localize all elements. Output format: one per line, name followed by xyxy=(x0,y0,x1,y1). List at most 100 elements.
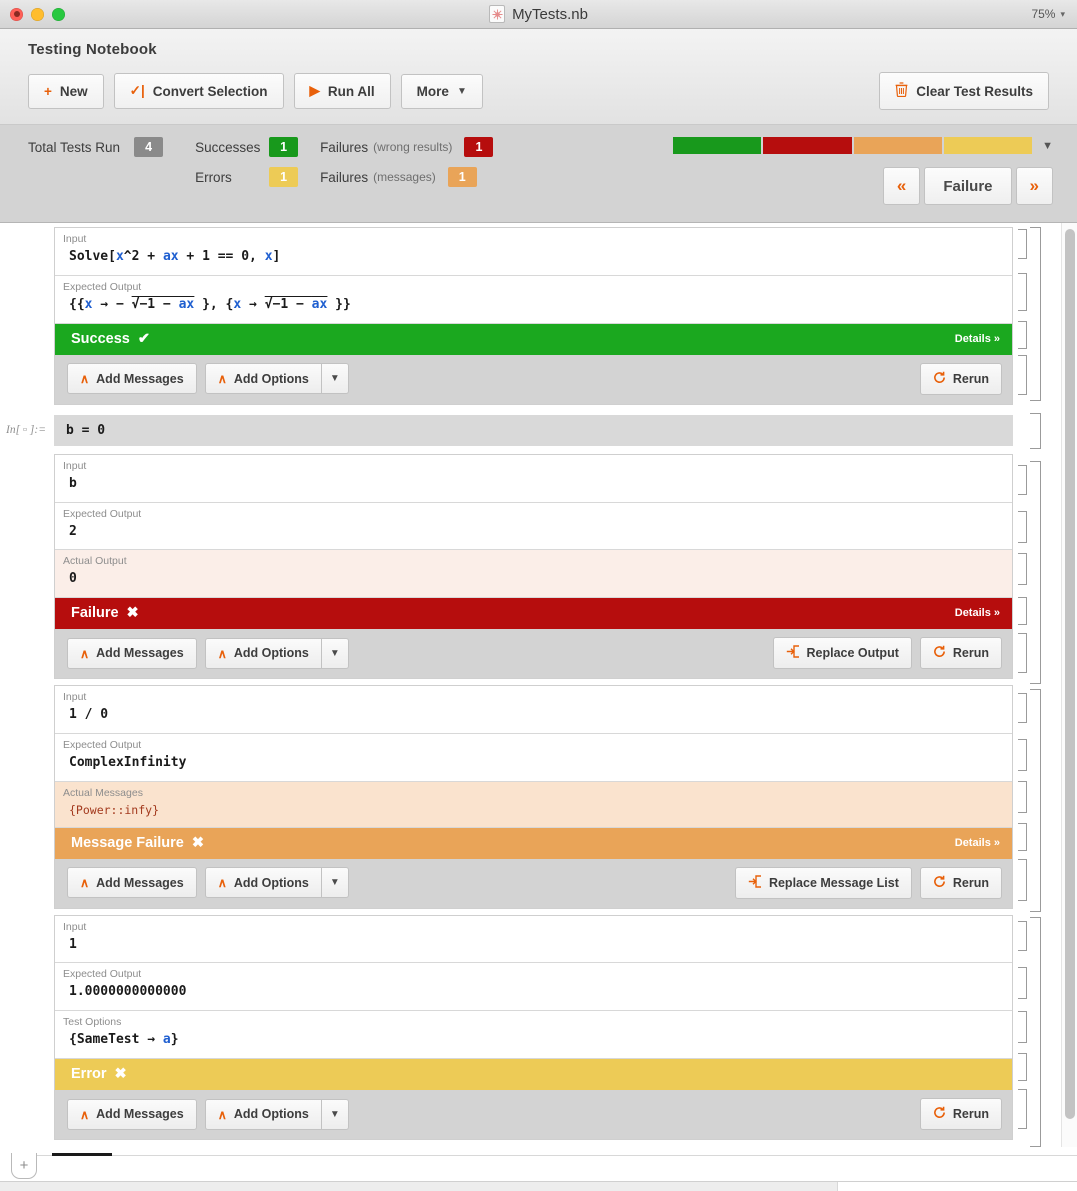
new-button[interactable]: + New xyxy=(28,73,104,109)
cell-bracket-4a[interactable] xyxy=(1018,921,1027,951)
actual-messages-field-3: Actual Messages {Power::infy} xyxy=(55,781,1012,828)
cell-bracket-group-2[interactable] xyxy=(1030,461,1041,684)
run-all-button[interactable]: ▶ Run All xyxy=(293,73,391,109)
cell-bracket-1c[interactable] xyxy=(1018,321,1027,349)
expected-output-field-2[interactable]: Expected Output 2 xyxy=(55,502,1012,551)
stat-failures-wrong-label: Failures xyxy=(320,139,369,155)
stats-col-total: Total Tests Run 4 xyxy=(28,137,164,157)
nav-next-button[interactable]: » xyxy=(1015,167,1053,205)
cell-bracket-2b[interactable] xyxy=(1018,511,1027,543)
cell-bracket-4d[interactable] xyxy=(1018,1053,1027,1081)
rerun-button-2[interactable]: Rerun xyxy=(919,637,1002,670)
cell-bracket-3b[interactable] xyxy=(1018,739,1027,771)
rerun-label: Rerun xyxy=(952,646,989,661)
input-field-2[interactable]: Input b xyxy=(55,454,1012,503)
cell-bracket-3d[interactable] xyxy=(1018,823,1027,851)
convert-selection-button[interactable]: ✓| Convert Selection xyxy=(113,73,284,109)
status-title-3: Message Failure ✖ xyxy=(71,835,204,851)
cell-bracket-input[interactable] xyxy=(1030,413,1041,449)
add-messages-button-3[interactable]: ∧ Add Messages xyxy=(67,867,197,899)
add-options-button-1[interactable]: ∧ Add Options xyxy=(204,363,322,395)
add-messages-button-1[interactable]: ∧ Add Messages xyxy=(67,363,197,395)
cell-bracket-gutter xyxy=(1013,223,1041,1147)
actual-messages-label: Actual Messages xyxy=(63,786,143,799)
expected-output-field-4[interactable]: Expected Output 1.0000000000000 xyxy=(55,963,1012,1012)
inline-input-code[interactable]: b = 0 xyxy=(54,414,1013,446)
chevron-up-icon: ∧ xyxy=(217,646,227,661)
action-bar-3: ∧ Add Messages ∧ Add Options ▼ Replace M… xyxy=(55,858,1012,908)
add-options-caret-2[interactable]: ▼ xyxy=(321,637,349,669)
more-label: More xyxy=(416,83,449,99)
chevron-up-icon: ∧ xyxy=(217,372,227,387)
wolfram-spikey-icon xyxy=(489,5,506,23)
stat-total-value: 4 xyxy=(134,137,164,157)
cell-bracket-group-1[interactable] xyxy=(1030,227,1041,401)
cell-bracket-1d[interactable] xyxy=(1018,355,1027,395)
input-field-3[interactable]: Input 1 / 0 xyxy=(55,686,1012,735)
add-options-label: Add Options xyxy=(233,646,309,661)
toolbar-buttons: + New ✓| Convert Selection ▶ Run All Mor… xyxy=(28,72,1049,110)
add-options-button-3[interactable]: ∧ Add Options xyxy=(204,867,322,899)
rerun-button-4[interactable]: Rerun xyxy=(919,1098,1002,1131)
scrollbar-thumb[interactable] xyxy=(1065,229,1075,1119)
more-button[interactable]: More ▼ xyxy=(400,73,483,109)
vertical-scrollbar[interactable] xyxy=(1061,223,1077,1147)
notebook-window: MyTests.nb 75% ▾ Testing Notebook + New … xyxy=(0,0,1077,1191)
details-link-1[interactable]: Details » xyxy=(955,333,1000,345)
cell-bracket-3c[interactable] xyxy=(1018,781,1027,813)
add-options-button-2[interactable]: ∧ Add Options xyxy=(204,637,322,669)
action-bar-4: ∧ Add Messages ∧ Add Options ▼ Rerun xyxy=(55,1090,1012,1140)
details-link-2[interactable]: Details » xyxy=(955,607,1000,619)
stat-successes-value: 1 xyxy=(269,137,299,157)
cell-bracket-3e[interactable] xyxy=(1018,859,1027,901)
play-icon: ▶ xyxy=(309,83,320,98)
run-all-label: Run All xyxy=(327,83,375,99)
add-messages-button-4[interactable]: ∧ Add Messages xyxy=(67,1098,197,1130)
stat-total-tests-run: Total Tests Run 4 xyxy=(28,137,164,157)
cell-bracket-2c[interactable] xyxy=(1018,553,1027,585)
input-prompt-label: In[ ▫ ]:= xyxy=(6,424,46,437)
cell-bracket-3a[interactable] xyxy=(1018,693,1027,723)
close-button[interactable] xyxy=(10,7,23,21)
cell-bracket-4b[interactable] xyxy=(1018,967,1027,999)
cell-bracket-2d[interactable] xyxy=(1018,597,1027,625)
test-options-field-4[interactable]: Test Options {SameTest → a} xyxy=(55,1011,1012,1060)
details-link-3[interactable]: Details » xyxy=(955,837,1000,849)
cell-bracket-1a[interactable] xyxy=(1018,229,1027,259)
add-messages-button-2[interactable]: ∧ Add Messages xyxy=(67,637,197,669)
expected-output-field-1[interactable]: Expected Output {{x → − √−1 − ax }, {x →… xyxy=(55,275,1012,324)
add-options-button-4[interactable]: ∧ Add Options xyxy=(204,1098,322,1130)
zoom-control[interactable]: 75% ▾ xyxy=(1031,0,1065,28)
legend-expand-caret-icon[interactable]: ▼ xyxy=(1042,140,1053,152)
replace-message-list-button-3[interactable]: Replace Message List xyxy=(734,866,912,899)
cell-bracket-2a[interactable] xyxy=(1018,465,1027,495)
chevron-down-icon: ▾ xyxy=(1060,8,1065,19)
chevron-up-icon: ∧ xyxy=(80,876,90,891)
input-field-1[interactable]: Input Solve[x^2 + ax + 1 == 0, x] xyxy=(55,228,1012,276)
add-options-caret-4[interactable]: ▼ xyxy=(321,1098,349,1130)
rerun-button-3[interactable]: Rerun xyxy=(919,866,1002,899)
replace-output-label: Replace Output xyxy=(806,646,899,661)
nav-previous-button[interactable]: « xyxy=(882,167,921,205)
stat-successes-label: Successes xyxy=(195,139,261,155)
maximize-button[interactable] xyxy=(52,7,65,21)
clear-test-results-button[interactable]: Clear Test Results xyxy=(879,72,1049,110)
add-cell-button[interactable]: + xyxy=(11,1153,37,1179)
cell-bracket-4c[interactable] xyxy=(1018,1011,1027,1043)
cell-bracket-4e[interactable] xyxy=(1018,1089,1027,1129)
cell-bracket-group-3[interactable] xyxy=(1030,689,1041,912)
nav-filter-label[interactable]: Failure xyxy=(924,167,1012,205)
insertion-line xyxy=(37,1155,1077,1156)
rerun-button-1[interactable]: Rerun xyxy=(919,362,1002,395)
minimize-button[interactable] xyxy=(31,7,44,21)
cell-bracket-group-4[interactable] xyxy=(1030,917,1041,1147)
add-options-caret-3[interactable]: ▼ xyxy=(321,867,349,899)
expected-output-field-3[interactable]: Expected Output ComplexInfinity xyxy=(55,734,1012,782)
replace-output-button-2[interactable]: Replace Output xyxy=(772,637,912,670)
failure-nav-row: « Failure » xyxy=(673,167,1053,205)
add-options-caret-1[interactable]: ▼ xyxy=(321,363,349,395)
cell-bracket-2e[interactable] xyxy=(1018,633,1027,673)
input-field-4[interactable]: Input 1 xyxy=(55,915,1012,964)
cell-bracket-1b[interactable] xyxy=(1018,273,1027,311)
input-label: Input xyxy=(63,233,87,245)
